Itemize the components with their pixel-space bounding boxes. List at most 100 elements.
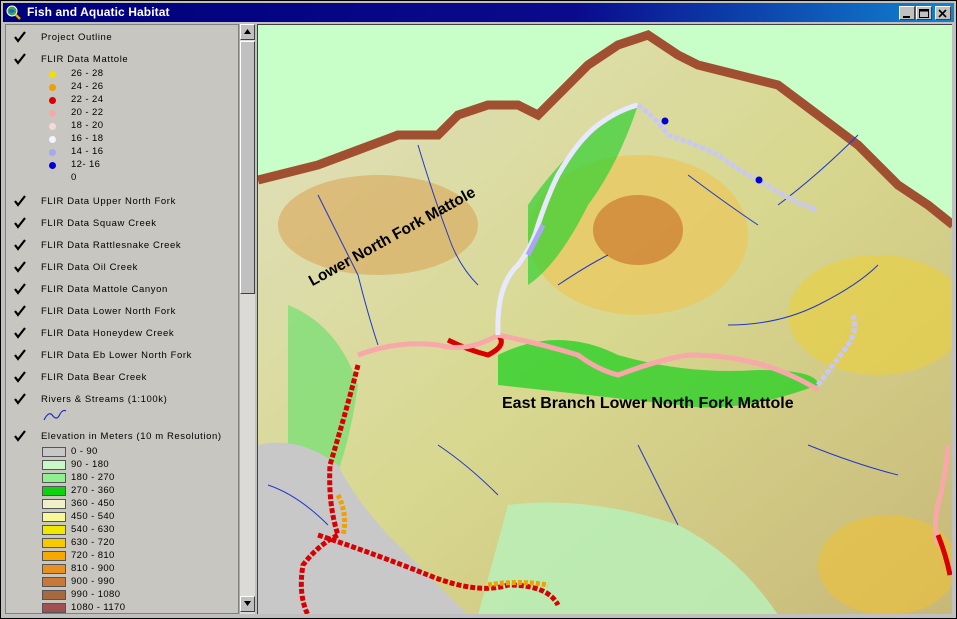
layer-project-outline[interactable]: Project Outline [6,29,236,47]
layer-flir-mattole[interactable]: FLIR Data Mattole [6,51,236,69]
flir-blue-point [755,176,763,184]
layer-flir-eb-lower-north-fork[interactable]: FLIR Data Eb Lower North Fork [6,347,236,365]
elevation-swatch-icon [42,525,66,535]
layer-flir-lower-north-fork[interactable]: FLIR Data Lower North Fork [6,303,236,321]
legend-scrollbar[interactable] [239,24,255,614]
class-label: 270 - 360 [71,485,115,496]
elevation-map[interactable] [258,25,952,614]
legend-class: 14 - 16 [6,146,236,159]
legend-class: 270 - 360 [6,485,236,498]
checkmark-icon[interactable] [13,326,27,340]
table-of-contents[interactable]: Project Outline FLIR Data Mattole 26 - 2… [5,24,239,614]
checkmark-icon[interactable] [13,304,27,318]
class-label: 12- 16 [71,159,101,170]
elevation-swatch-icon [42,447,66,457]
layer-flir-honeydew-creek[interactable]: FLIR Data Honeydew Creek [6,325,236,343]
maximize-button[interactable] [916,6,932,20]
checkmark-icon[interactable] [13,194,27,208]
stream-line-icon [43,409,67,421]
legend-class: 630 - 720 [6,537,236,550]
layer-flir-oil-creek[interactable]: FLIR Data Oil Creek [6,259,236,277]
legend-class: 22 - 24 [6,94,236,107]
checkmark-icon[interactable] [13,260,27,274]
layer-label: FLIR Data Squaw Creek [41,218,157,229]
layer-label: Elevation in Meters (10 m Resolution) [41,431,222,442]
legend-class: 0 [6,172,236,185]
app-window: Fish and Aquatic Habitat Project Outline… [0,0,957,619]
legend-class: 1080 - 1170 [6,602,236,613]
legend-class: 720 - 810 [6,550,236,563]
layer-label: FLIR Data Bear Creek [41,372,147,383]
temperature-dot-icon [49,110,56,117]
checkmark-icon[interactable] [13,348,27,362]
legend-class: 450 - 540 [6,511,236,524]
layer-rivers-streams[interactable]: Rivers & Streams (1:100k) [6,391,236,409]
class-label: 0 [71,172,77,183]
layer-flir-mattole-canyon[interactable]: FLIR Data Mattole Canyon [6,281,236,299]
class-label: 0 - 90 [71,446,98,457]
scroll-up-button[interactable] [240,24,255,40]
legend-class: 810 - 900 [6,563,236,576]
class-label: 360 - 450 [71,498,115,509]
legend-class: 0 - 90 [6,446,236,459]
layer-flir-rattlesnake-creek[interactable]: FLIR Data Rattlesnake Creek [6,237,236,255]
elevation-swatch-icon [42,590,66,600]
elevation-swatch-icon [42,512,66,522]
checkmark-icon[interactable] [13,370,27,384]
legend-class: 16 - 18 [6,133,236,146]
class-label: 1080 - 1170 [71,602,126,613]
class-label: 18 - 20 [71,120,104,131]
class-label: 20 - 22 [71,107,104,118]
scroll-down-button[interactable] [240,596,255,612]
class-label: 990 - 1080 [71,589,121,600]
elevation-swatch-icon [42,564,66,574]
class-label: 22 - 24 [71,94,104,105]
checkmark-icon[interactable] [13,52,27,66]
checkmark-icon[interactable] [13,216,27,230]
checkmark-icon[interactable] [13,238,27,252]
checkmark-icon[interactable] [13,392,27,406]
layer-flir-bear-creek[interactable]: FLIR Data Bear Creek [6,369,236,387]
legend-class: 900 - 990 [6,576,236,589]
class-label: 90 - 180 [71,459,110,470]
temperature-dot-icon [49,71,56,78]
legend-class: 360 - 450 [6,498,236,511]
layer-label: FLIR Data Oil Creek [41,262,138,273]
map-view[interactable]: Lower North Fork Mattole East Branch Low… [257,24,952,614]
class-label: 24 - 26 [71,81,104,92]
class-label: 810 - 900 [71,563,115,574]
class-label: 720 - 810 [71,550,115,561]
layer-flir-squaw-creek[interactable]: FLIR Data Squaw Creek [6,215,236,233]
checkmark-icon[interactable] [13,30,27,44]
legend-class: 990 - 1080 [6,589,236,602]
layer-label: FLIR Data Lower North Fork [41,306,176,317]
close-button[interactable] [935,6,951,20]
layer-label: Rivers & Streams (1:100k) [41,394,168,405]
scroll-thumb[interactable] [240,41,255,294]
legend-class: 20 - 22 [6,107,236,120]
flir-blue-point [661,117,669,125]
checkmark-icon[interactable] [13,282,27,296]
elevation-swatch-icon [42,499,66,509]
minimize-icon [903,16,910,18]
checkmark-icon[interactable] [13,429,27,443]
class-label: 14 - 16 [71,146,104,157]
title-bar[interactable]: Fish and Aquatic Habitat [3,3,954,22]
temperature-dot-icon [49,162,56,169]
class-label: 450 - 540 [71,511,115,522]
layer-label: Project Outline [41,32,113,43]
layer-flir-upper-north-fork[interactable]: FLIR Data Upper North Fork [6,193,236,211]
legend-class: 180 - 270 [6,472,236,485]
arrow-down-icon [244,601,251,606]
window-title: Fish and Aquatic Habitat [27,5,170,19]
layer-elevation[interactable]: Elevation in Meters (10 m Resolution) [6,428,236,446]
elevation-swatch-icon [42,603,66,613]
minimize-button[interactable] [899,6,915,20]
layer-label: FLIR Data Upper North Fork [41,196,176,207]
flir-orange-segment [487,580,549,588]
class-label: 630 - 720 [71,537,115,548]
temperature-dot-icon [49,97,56,104]
layer-label: FLIR Data Mattole Canyon [41,284,168,295]
west-ridge [278,175,478,275]
legend-class: 90 - 180 [6,459,236,472]
